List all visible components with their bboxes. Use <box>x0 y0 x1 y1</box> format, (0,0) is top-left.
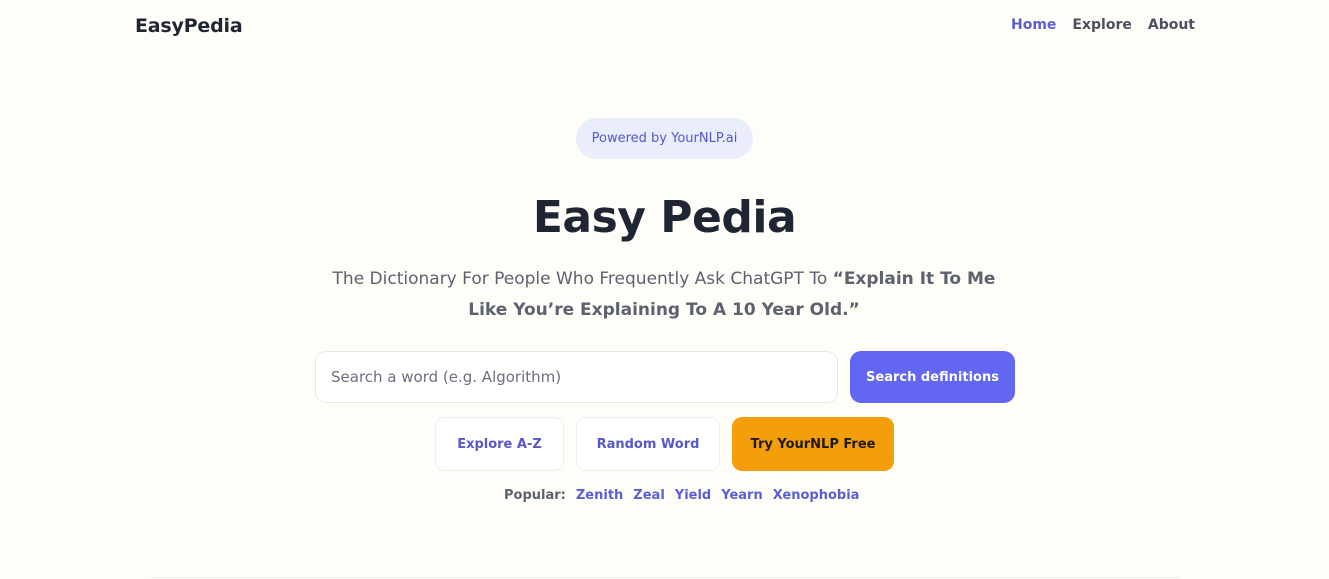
popular-word-link[interactable]: Xenophobia <box>773 488 860 503</box>
top-navbar: EasyPedia Home Explore About <box>0 0 1329 54</box>
popular-words: Popular: Zenith Zeal Yield Yearn Xenopho… <box>504 488 859 503</box>
section-divider <box>150 577 1180 578</box>
subtitle-text: The Dictionary For People Who Frequently… <box>332 269 833 289</box>
try-yournlp-button[interactable]: Try YourNLP Free <box>732 417 894 471</box>
hero-subtitle: The Dictionary For People Who Frequently… <box>314 264 1014 326</box>
main-nav: Home Explore About <box>1011 17 1195 33</box>
nav-explore-link[interactable]: Explore <box>1072 17 1131 33</box>
powered-by-badge: Powered by YourNLP.ai <box>576 118 753 159</box>
popular-label: Popular: <box>504 488 566 503</box>
site-logo[interactable]: EasyPedia <box>135 15 243 37</box>
popular-word-link[interactable]: Yield <box>675 488 711 503</box>
popular-word-link[interactable]: Yearn <box>721 488 762 503</box>
nav-about-link[interactable]: About <box>1148 17 1195 33</box>
explore-az-button[interactable]: Explore A-Z <box>435 417 564 471</box>
popular-word-link[interactable]: Zenith <box>576 488 623 503</box>
page-title: Easy Pedia <box>532 192 797 243</box>
search-input[interactable] <box>315 351 838 403</box>
nav-home-link[interactable]: Home <box>1011 17 1056 33</box>
popular-word-link[interactable]: Zeal <box>633 488 664 503</box>
random-word-button[interactable]: Random Word <box>576 417 720 471</box>
search-definitions-button[interactable]: Search definitions <box>850 351 1015 403</box>
